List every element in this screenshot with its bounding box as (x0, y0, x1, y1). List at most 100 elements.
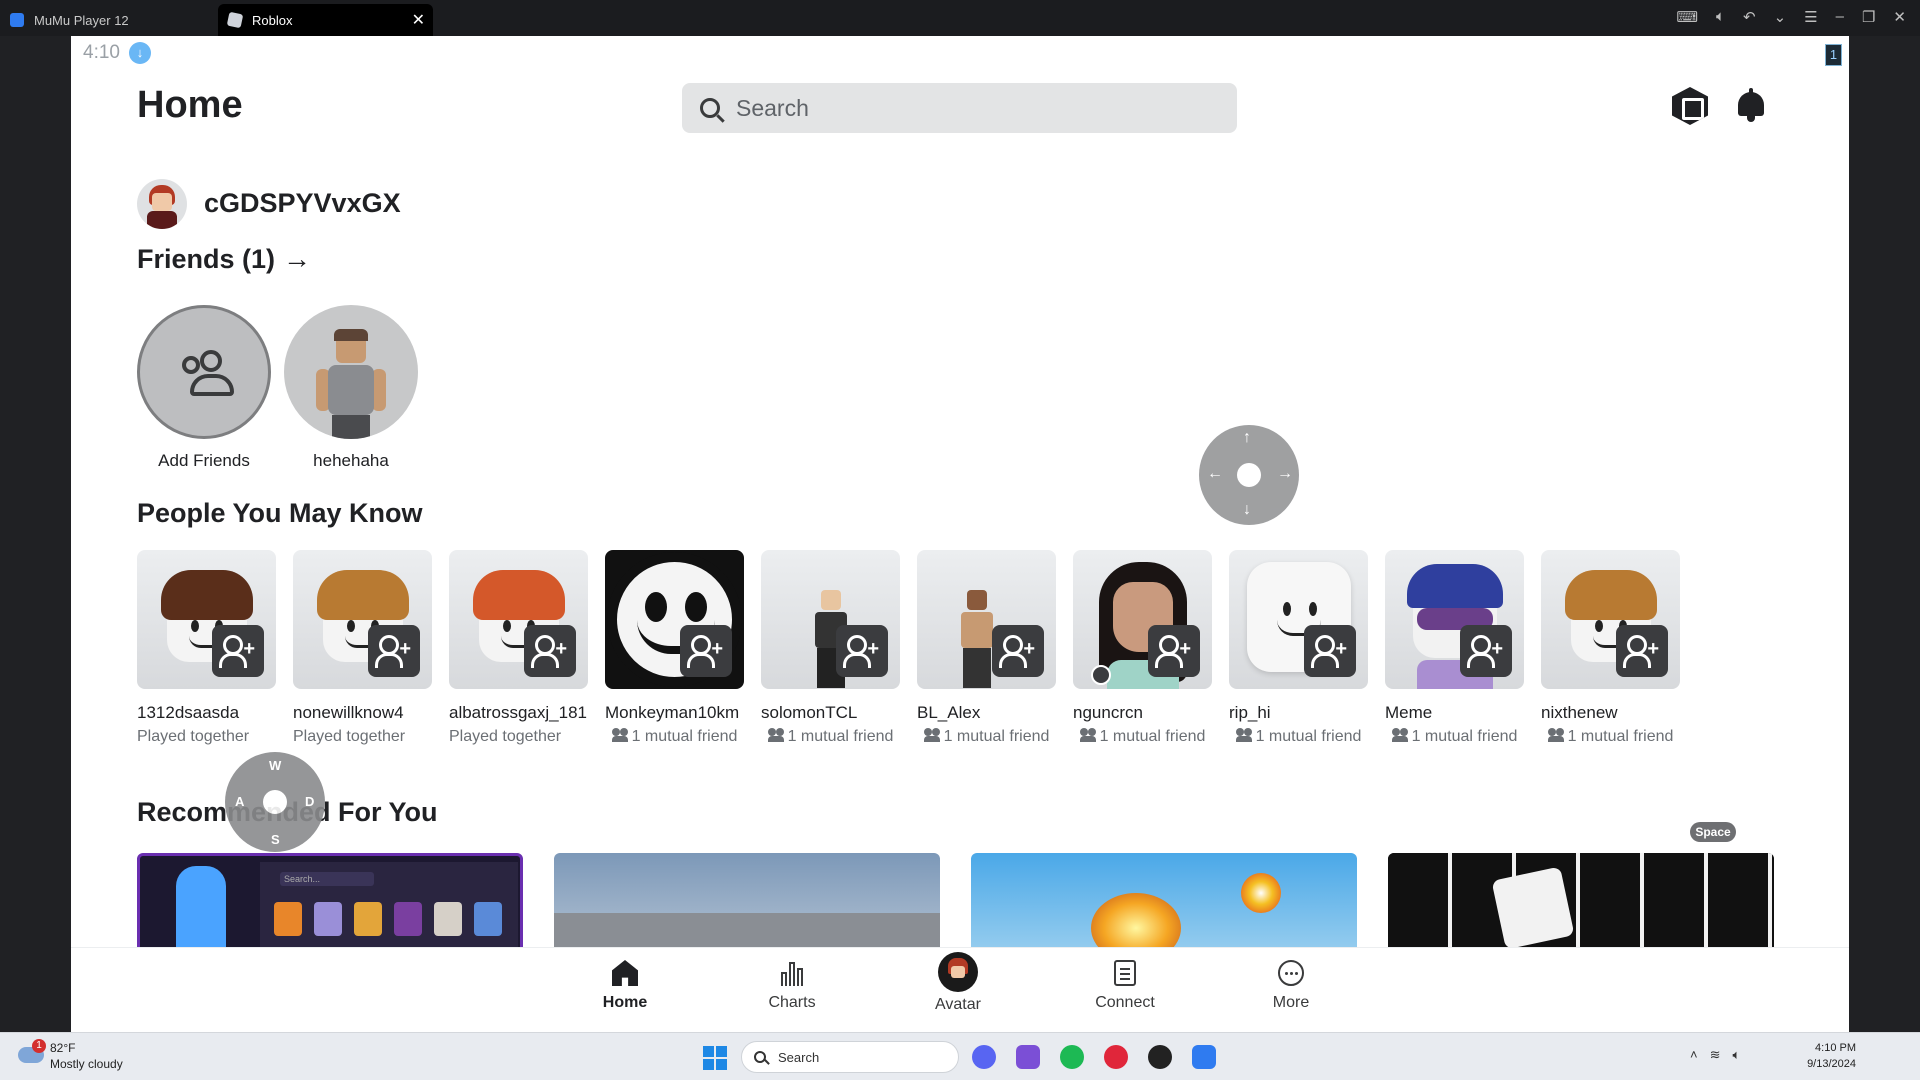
weather-desc: Mostly cloudy (50, 1057, 123, 1071)
person-card[interactable]: + nonewillknow4 Played together (293, 550, 432, 747)
roblox-app: 4:10 ↓ 1 Home cGDSPYVvxGX Friends (1)→ A… (71, 36, 1849, 1032)
person-subtitle: 1 mutual friend (605, 727, 744, 747)
add-friend-button[interactable]: + (680, 625, 732, 677)
chevron-down-icon[interactable]: ⌄ (1774, 8, 1787, 26)
mutual-friends-icon (1391, 728, 1410, 742)
menu-icon[interactable]: ☰ (1804, 8, 1817, 26)
download-icon: ↓ (129, 42, 151, 64)
mumu-icon[interactable] (1192, 1045, 1216, 1069)
nav-label: Avatar (935, 996, 981, 1013)
nav-charts[interactable]: Charts (732, 958, 852, 1012)
joystick-center (263, 790, 287, 814)
tab-mumu-player[interactable]: MuMu Player 12 (0, 4, 216, 36)
volume-icon[interactable]: 🔈︎ (1716, 8, 1725, 26)
person-subtitle: 1 mutual friend (1229, 727, 1368, 747)
arrow-right-icon: → (1277, 465, 1293, 482)
space-key-label[interactable]: Space (1690, 822, 1736, 842)
person-subtitle: 1 mutual friend (1385, 727, 1524, 747)
volume-icon[interactable]: 🔈︎ (1733, 1047, 1741, 1063)
nav-connect[interactable]: Connect (1065, 958, 1185, 1012)
add-friend-button[interactable]: + (1304, 625, 1356, 677)
emulator-titlebar: MuMu Player 12 Roblox ✕ ⌨ 🔈︎ ↶ ⌄ ☰ – ❐ ✕ (0, 0, 1920, 36)
camera-dpad[interactable]: ↑ ↓ ← → (1199, 425, 1299, 525)
spotify-icon[interactable] (1060, 1045, 1084, 1069)
person-name: albatrossgaxj_181 (449, 703, 587, 722)
person-card[interactable]: + albatrossgaxj_181 Played together (449, 550, 588, 747)
close-icon[interactable]: ✕ (1893, 8, 1906, 26)
notification-bell-icon[interactable] (1738, 88, 1764, 122)
avatar[interactable] (137, 179, 187, 229)
system-tray: ˄ ≋ 🔈︎ (1690, 1047, 1740, 1063)
add-friend-button[interactable]: + (524, 625, 576, 677)
page-title: Home (137, 84, 243, 126)
clock-time: 4:10 PM (1815, 1042, 1856, 1054)
person-name: rip_hi (1229, 703, 1271, 722)
minimize-icon[interactable]: – (1836, 8, 1844, 26)
status-time: 4:10 (83, 42, 120, 63)
person-subtitle: 1 mutual friend (917, 727, 1056, 747)
mumu-icon (10, 13, 24, 27)
add-friend-button[interactable]: + (1148, 625, 1200, 677)
person-card[interactable]: + nguncrcn 1 mutual friend (1073, 550, 1212, 747)
restore-icon[interactable]: ❐ (1862, 8, 1875, 26)
person-avatar: + (1073, 550, 1212, 689)
discord-icon[interactable] (972, 1045, 996, 1069)
nav-more[interactable]: More (1231, 958, 1351, 1012)
robux-icon[interactable] (1672, 87, 1708, 125)
undo-icon[interactable]: ↶ (1743, 8, 1756, 26)
search-input[interactable] (736, 94, 1216, 122)
person-subtitle: Played together (449, 728, 562, 745)
person-name: nixthenew (1541, 703, 1618, 722)
app-icon[interactable] (1016, 1045, 1040, 1069)
add-friend-button[interactable]: + (1460, 625, 1512, 677)
close-icon[interactable]: ✕ (412, 10, 425, 30)
people-icon (180, 350, 234, 396)
chevron-up-icon[interactable]: ˄ (1690, 1047, 1698, 1063)
add-friend-button[interactable]: + (992, 625, 1044, 677)
nav-avatar[interactable]: Avatar (898, 952, 1018, 1014)
person-card[interactable]: + 1312dsaasda Played together (137, 550, 276, 747)
add-friend-button[interactable]: + (212, 625, 264, 677)
person-avatar: + (917, 550, 1056, 689)
person-name: Monkeyman10km (605, 703, 740, 722)
friend-name: Add Friends (158, 451, 250, 470)
person-card[interactable]: + rip_hi 1 mutual friend (1229, 550, 1368, 747)
person-card[interactable]: + BL_Alex 1 mutual friend (917, 550, 1056, 747)
search-bar[interactable] (682, 83, 1237, 133)
person-card[interactable]: + Meme 1 mutual friend (1385, 550, 1524, 747)
search-icon (754, 1051, 766, 1063)
add-friends-circle (137, 305, 271, 439)
wasd-joystick[interactable]: W S A D (225, 752, 325, 852)
add-friend-button[interactable]: + (836, 625, 888, 677)
person-name: nonewillknow4 (293, 703, 404, 722)
friend-hehehaha[interactable]: hehehaha (284, 305, 418, 471)
add-friend-button[interactable]: + (368, 625, 420, 677)
friend-name: hehehaha (313, 451, 389, 470)
keyboard-icon[interactable]: ⌨ (1676, 8, 1698, 26)
person-card[interactable]: + Monkeyman10km 1 mutual friend (605, 550, 744, 747)
add-friends-button[interactable]: Add Friends (137, 305, 271, 471)
taskbar-clock[interactable]: 4:10 PM 9/13/2024 (1770, 1040, 1856, 1072)
friends-header[interactable]: Friends (1) → (137, 243, 311, 275)
person-subtitle: 1 mutual friend (1073, 727, 1212, 747)
tab-roblox[interactable]: Roblox ✕ (218, 4, 433, 36)
person-avatar: + (605, 550, 744, 689)
opera-icon[interactable] (1104, 1045, 1128, 1069)
nav-home[interactable]: Home (565, 958, 685, 1012)
person-avatar: + (449, 550, 588, 689)
add-friend-button[interactable]: + (1616, 625, 1668, 677)
person-subtitle: Played together (137, 728, 250, 745)
username[interactable]: cGDSPYVvxGX (204, 188, 401, 219)
wifi-icon[interactable]: ≋ (1710, 1047, 1721, 1063)
nav-label: More (1272, 994, 1310, 1011)
bottom-nav: Home Charts Avatar Connect More (71, 947, 1849, 1032)
nav-label: Charts (768, 994, 816, 1011)
person-card[interactable]: + solomonTCL 1 mutual friend (761, 550, 900, 747)
xbox-icon[interactable] (1148, 1045, 1172, 1069)
taskbar-search[interactable]: Search (741, 1041, 959, 1073)
right-gutter (1849, 36, 1920, 1032)
arrow-right-icon[interactable]: → (283, 243, 311, 275)
person-card[interactable]: + nixthenew 1 mutual friend (1541, 550, 1680, 747)
person-name: 1312dsaasda (137, 703, 240, 722)
windows-start-icon[interactable] (703, 1046, 727, 1070)
